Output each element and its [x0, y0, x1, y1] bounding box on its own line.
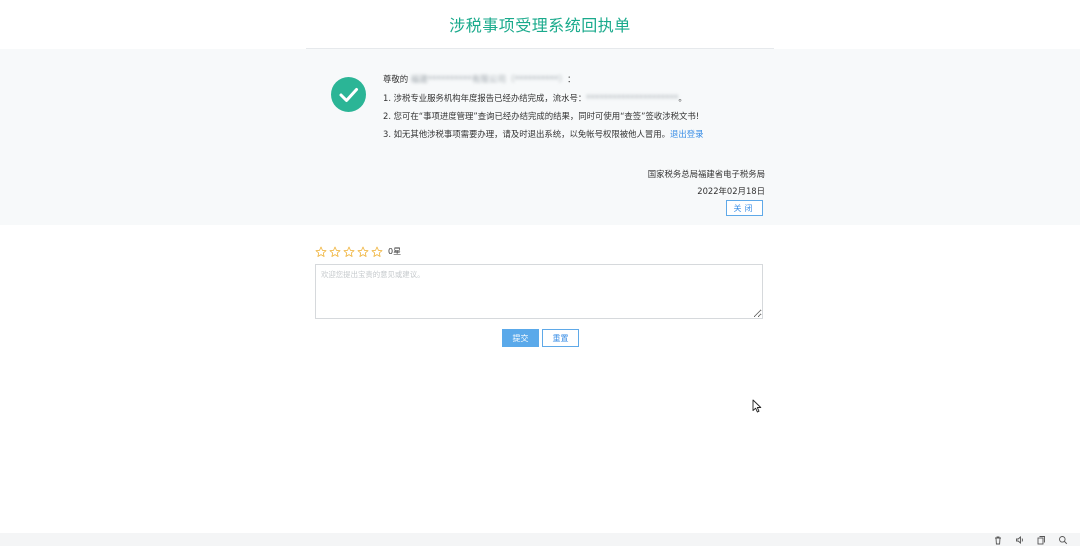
- submit-button[interactable]: 提交: [502, 329, 539, 347]
- star-icon[interactable]: [315, 246, 327, 258]
- trash-icon[interactable]: [993, 535, 1003, 545]
- feedback-textarea[interactable]: [315, 264, 763, 319]
- reset-button[interactable]: 重置: [542, 329, 579, 347]
- star-icon[interactable]: [343, 246, 355, 258]
- bottom-toolbar: [0, 533, 1080, 546]
- greeting-line: 尊敬的 福建**********有限公司（**********）：: [383, 73, 576, 85]
- search-icon[interactable]: [1058, 535, 1068, 545]
- greeting-suffix: ：: [567, 74, 576, 84]
- page-title: 涉税事项受理系统回执单: [449, 16, 631, 35]
- serial-number-masked: *********************: [586, 93, 679, 103]
- line1-text: 1. 涉税专业服务机构年度报告已经办结完成，流水号：: [383, 93, 587, 103]
- issuer-name: 国家税务总局福建省电子税务局: [647, 169, 765, 179]
- copy-icon[interactable]: [1036, 535, 1046, 545]
- star-count-label: 0星: [388, 247, 402, 256]
- speaker-icon[interactable]: [1015, 535, 1025, 545]
- mouse-cursor-icon: [752, 399, 762, 413]
- receipt-page: 涉税事项受理系统回执单 尊敬的 福建**********有限公司（*******…: [0, 0, 1080, 546]
- receipt-line-3: 3. 如无其他涉税事项需要办理，请及时退出系统，以免帐号权限被他人冒用。退出登录: [383, 128, 704, 140]
- star-icon[interactable]: [371, 246, 383, 258]
- line3-text: 3. 如无其他涉税事项需要办理，请及时退出系统，以免帐号权限被他人冒用。: [383, 129, 671, 139]
- receipt-line-2: 2. 您可在“事项进度管理”查询已经办结完成的结果，同时可使用“查签”签收涉税文…: [383, 111, 700, 121]
- success-check-icon: [331, 77, 366, 112]
- line1-suffix: 。: [678, 93, 687, 103]
- taxpayer-name-masked: 福建**********有限公司（**********）: [410, 74, 568, 84]
- logout-link[interactable]: 退出登录: [670, 129, 704, 139]
- receipt-date: 2022年02月18日: [697, 186, 765, 196]
- star-icon[interactable]: [329, 246, 341, 258]
- star-icon[interactable]: [357, 246, 369, 258]
- receipt-line-1: 1. 涉税专业服务机构年度报告已经办结完成，流水号：**************…: [383, 92, 687, 104]
- close-button[interactable]: 关闭: [726, 200, 763, 216]
- star-rating: 0星: [315, 245, 401, 258]
- greeting-prefix: 尊敬的: [383, 74, 409, 84]
